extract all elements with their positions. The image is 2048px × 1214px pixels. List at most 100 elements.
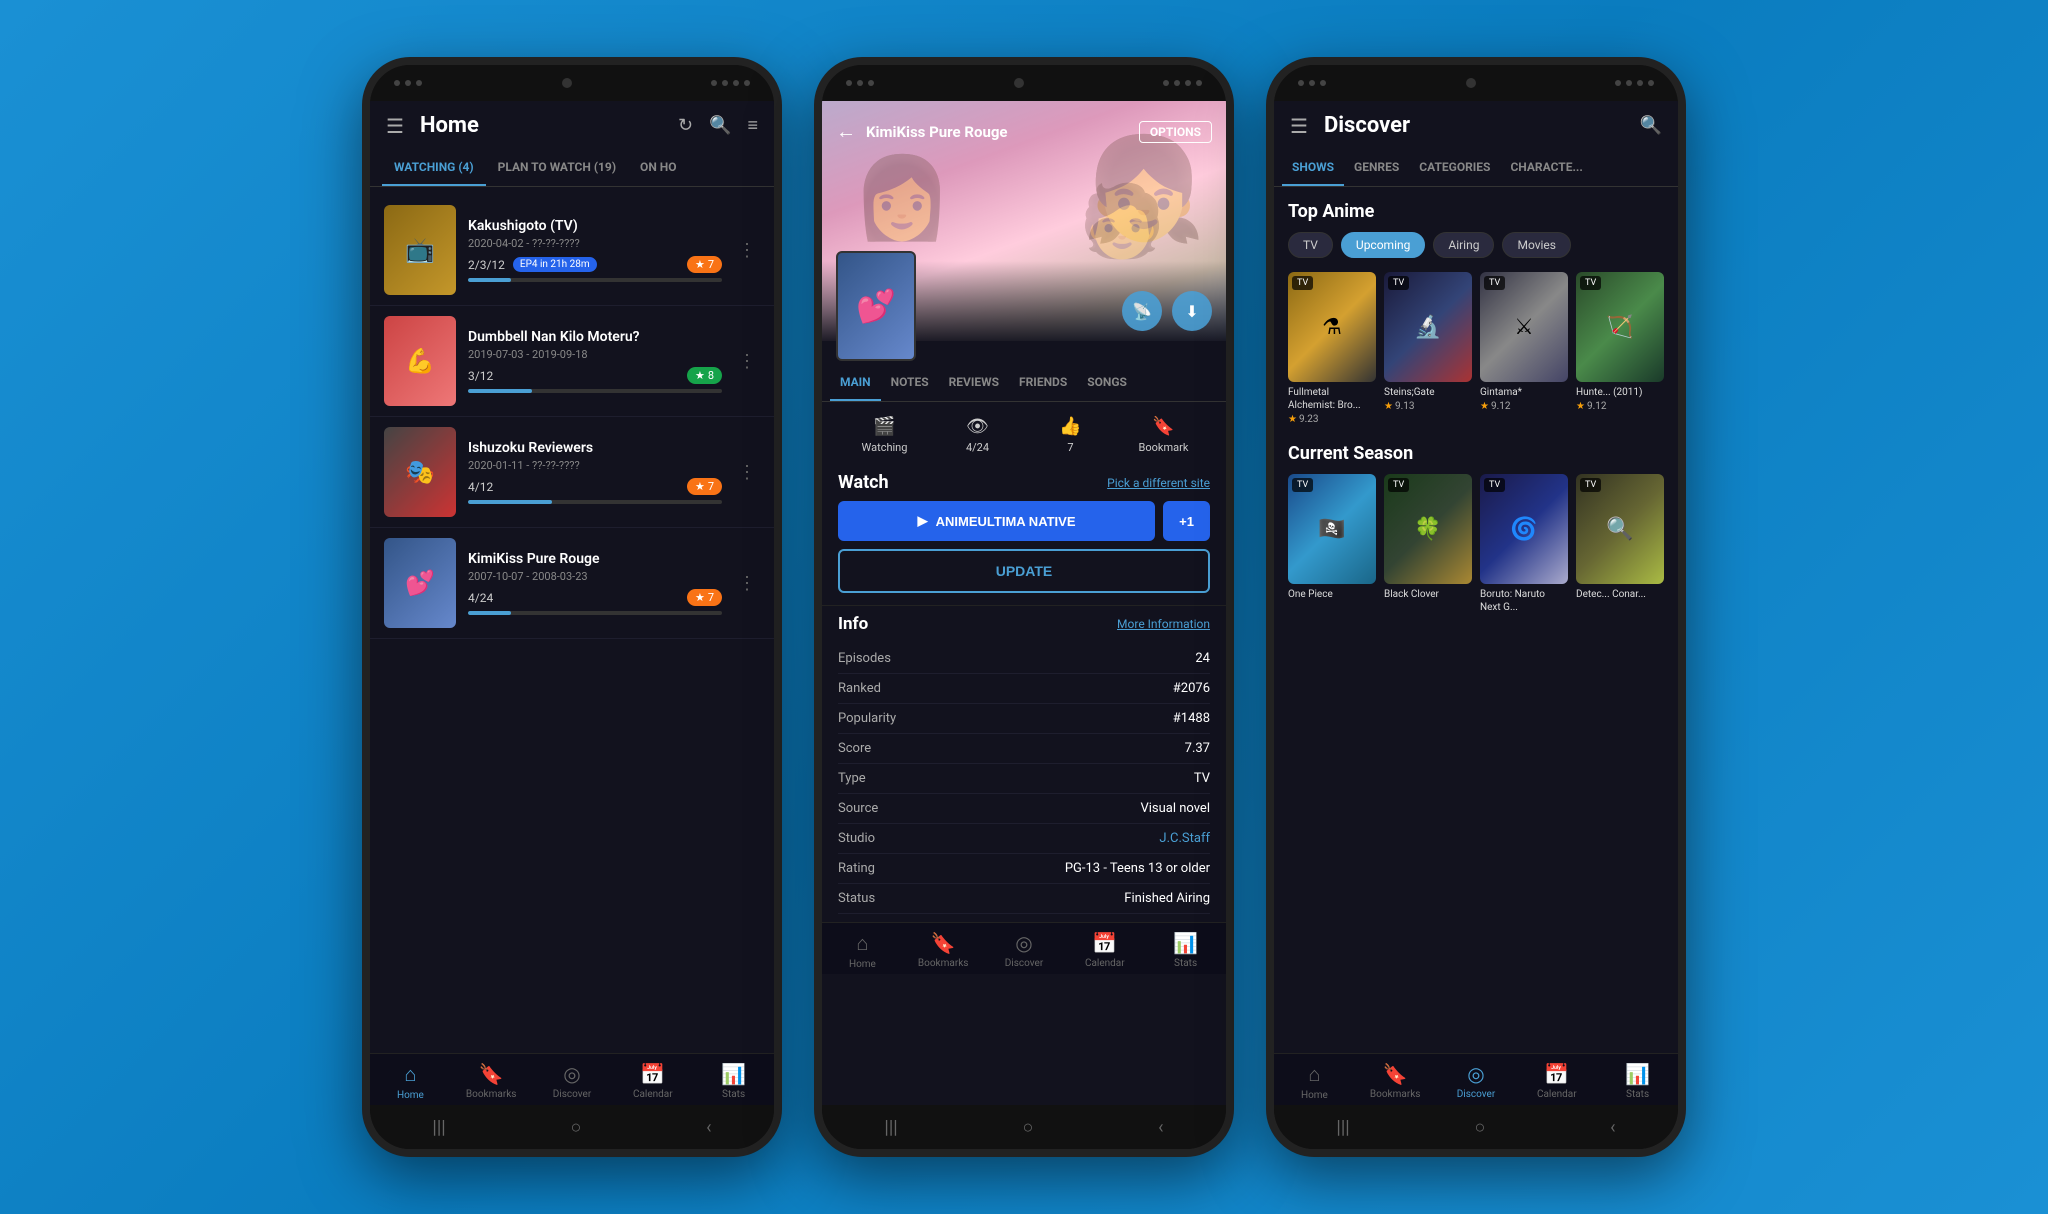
- card-title: One Piece: [1288, 588, 1376, 601]
- nav-calendar[interactable]: 📅 Calendar: [612, 1062, 693, 1101]
- tab-shows[interactable]: SHOWS: [1282, 150, 1344, 186]
- cast-button[interactable]: 📡: [1122, 291, 1162, 331]
- stats-nav-label: Stats: [1626, 1089, 1649, 1100]
- info-section: Info More Information Episodes 24 Ranked…: [822, 605, 1226, 922]
- nav-calendar[interactable]: 📅 Calendar: [1064, 931, 1145, 970]
- header-actions: ↻ 🔍 ≡: [678, 115, 758, 136]
- nav-stats[interactable]: 📊 Stats: [1597, 1062, 1678, 1101]
- list-item[interactable]: 💪 Dumbbell Nan Kilo Moteru? 2019-07-03 -…: [370, 306, 774, 417]
- chip-tv[interactable]: TV: [1288, 232, 1333, 258]
- star-icon: ★: [695, 480, 705, 493]
- home-title: Home: [420, 113, 666, 138]
- tab-on-hold[interactable]: ON HO: [628, 150, 688, 186]
- gesture-bars: |||: [884, 1117, 897, 1138]
- tab-songs[interactable]: SONGS: [1077, 365, 1137, 401]
- star-icon: ★: [1384, 401, 1393, 412]
- bookmark-label: Bookmark: [1139, 441, 1189, 454]
- nav-home[interactable]: ⌂ Home: [370, 1062, 451, 1101]
- grid-card-fma[interactable]: ⚗ TV Fullmetal Alchemist: Bro... ★9.23: [1288, 272, 1376, 425]
- home-header: ☰ Home ↻ 🔍 ≡: [370, 101, 774, 150]
- refresh-icon[interactable]: ↻: [678, 115, 693, 136]
- tab-plan-to-watch[interactable]: PLAN TO WATCH (19): [486, 150, 628, 186]
- home-nav-icon: ⌂: [404, 1062, 416, 1087]
- more-options-icon[interactable]: ⋮: [734, 458, 760, 487]
- card-title: Steins;Gate: [1384, 386, 1472, 399]
- nav-stats[interactable]: 📊 Stats: [1145, 931, 1226, 970]
- tv-type-badge: TV: [1388, 478, 1409, 492]
- tab-characters[interactable]: CHARACTE...: [1500, 150, 1592, 186]
- chip-upcoming[interactable]: Upcoming: [1341, 232, 1425, 258]
- grid-card-hunter[interactable]: 🏹 TV Hunte... (2011) ★9.12: [1576, 272, 1664, 425]
- nav-home[interactable]: ⌂ Home: [1274, 1062, 1355, 1101]
- grid-card-boruto[interactable]: 🌀 TV Boruto: Naruto Next G...: [1480, 474, 1568, 614]
- info-key: Studio: [838, 831, 875, 846]
- watch-plus-button[interactable]: +1: [1163, 501, 1210, 541]
- list-item[interactable]: 📺 Kakushigoto (TV) 2020-04-02 - ??-??-??…: [370, 195, 774, 306]
- download-button[interactable]: ⬇: [1172, 291, 1212, 331]
- more-options-icon[interactable]: ⋮: [734, 569, 760, 598]
- card-rating: ★9.12: [1480, 401, 1568, 412]
- more-options-icon[interactable]: ⋮: [734, 347, 760, 376]
- back-icon[interactable]: ←: [836, 119, 856, 144]
- info-val-studio[interactable]: J.C.Staff: [1159, 831, 1210, 846]
- gesture-bars: |||: [432, 1117, 445, 1138]
- nav-calendar[interactable]: 📅 Calendar: [1516, 1062, 1597, 1101]
- list-item[interactable]: 💕 KimiKiss Pure Rouge 2007-10-07 - 2008-…: [370, 528, 774, 639]
- stats-nav-label: Stats: [1174, 958, 1197, 969]
- grid-card-steins[interactable]: 🔬 TV Steins;Gate ★9.13: [1384, 272, 1472, 425]
- discover-title: Discover: [1324, 113, 1628, 138]
- nav-stats[interactable]: 📊 Stats: [693, 1062, 774, 1101]
- search-icon[interactable]: 🔍: [1640, 115, 1662, 136]
- list-item[interactable]: 🎭 Ishuzoku Reviewers 2020-01-11 - ??-??-…: [370, 417, 774, 528]
- pick-site-link[interactable]: Pick a different site: [1107, 476, 1210, 490]
- tab-main[interactable]: MAIN: [830, 365, 881, 401]
- card-rating: ★9.12: [1576, 401, 1664, 412]
- tab-friends[interactable]: FRIENDS: [1009, 365, 1077, 401]
- calendar-nav-label: Calendar: [1085, 958, 1125, 969]
- nav-bookmarks[interactable]: 🔖 Bookmarks: [1355, 1062, 1436, 1101]
- tab-watching[interactable]: WATCHING (4): [382, 150, 486, 186]
- chip-airing[interactable]: Airing: [1433, 232, 1494, 258]
- menu-icon[interactable]: ☰: [386, 114, 404, 138]
- nav-discover[interactable]: ◎ Discover: [532, 1062, 613, 1101]
- nav-discover[interactable]: ◎ Discover: [1436, 1062, 1517, 1101]
- stats-nav-icon: 📊: [1625, 1062, 1650, 1086]
- grid-card-gintama[interactable]: ⚔ TV Gintama* ★9.12: [1480, 272, 1568, 425]
- anime-title: Dumbbell Nan Kilo Moteru?: [468, 329, 722, 345]
- hero-actions: 📡 ⬇: [1122, 291, 1212, 331]
- likes-label: 7: [1067, 441, 1073, 454]
- grid-card-onepiece[interactable]: 🏴‍☠️ TV One Piece: [1288, 474, 1376, 614]
- search-icon[interactable]: 🔍: [709, 115, 731, 136]
- tab-notes[interactable]: NOTES: [881, 365, 939, 401]
- card-title: Boruto: Naruto Next G...: [1480, 588, 1568, 614]
- tab-reviews[interactable]: REVIEWS: [939, 365, 1009, 401]
- stat-likes: 👍 7: [1024, 416, 1117, 454]
- card-thumb: 🏴‍☠️ TV: [1288, 474, 1376, 584]
- update-button[interactable]: UPDATE: [838, 549, 1210, 593]
- grid-card-detective[interactable]: 🔍 TV Detec... Conar...: [1576, 474, 1664, 614]
- tab-categories[interactable]: CATEGORIES: [1409, 150, 1500, 186]
- anime-info-kimikiss: KimiKiss Pure Rouge 2007-10-07 - 2008-03…: [468, 551, 722, 615]
- nav-discover[interactable]: ◎ Discover: [984, 931, 1065, 970]
- chip-movies[interactable]: Movies: [1502, 232, 1571, 258]
- watch-primary-button[interactable]: ▶ ANIMEULTIMA NATIVE: [838, 501, 1155, 541]
- grid-card-blackclover[interactable]: 🍀 TV Black Clover: [1384, 474, 1472, 614]
- card-title: Hunte... (2011): [1576, 386, 1664, 399]
- nav-home[interactable]: ⌂ Home: [822, 931, 903, 970]
- gesture-circle: ○: [1022, 1117, 1033, 1138]
- filter-icon[interactable]: ≡: [747, 115, 758, 136]
- status-dots: [1298, 80, 1326, 86]
- info-row-status: Status Finished Airing: [838, 884, 1210, 914]
- tv-type-badge: TV: [1580, 276, 1601, 290]
- tab-genres[interactable]: GENRES: [1344, 150, 1409, 186]
- anime-dates: 2019-07-03 - 2019-09-18: [468, 348, 722, 361]
- nav-bookmarks[interactable]: 🔖 Bookmarks: [451, 1062, 532, 1101]
- nav-bookmarks[interactable]: 🔖 Bookmarks: [903, 931, 984, 970]
- card-title: Detec... Conar...: [1576, 588, 1664, 601]
- options-button[interactable]: OPTIONS: [1139, 121, 1212, 143]
- home-tabs: WATCHING (4) PLAN TO WATCH (19) ON HO: [370, 150, 774, 187]
- menu-icon[interactable]: ☰: [1290, 114, 1308, 138]
- anime-thumb-kakushi: 📺: [384, 205, 456, 295]
- more-info-link[interactable]: More Information: [1117, 617, 1210, 631]
- more-options-icon[interactable]: ⋮: [734, 236, 760, 265]
